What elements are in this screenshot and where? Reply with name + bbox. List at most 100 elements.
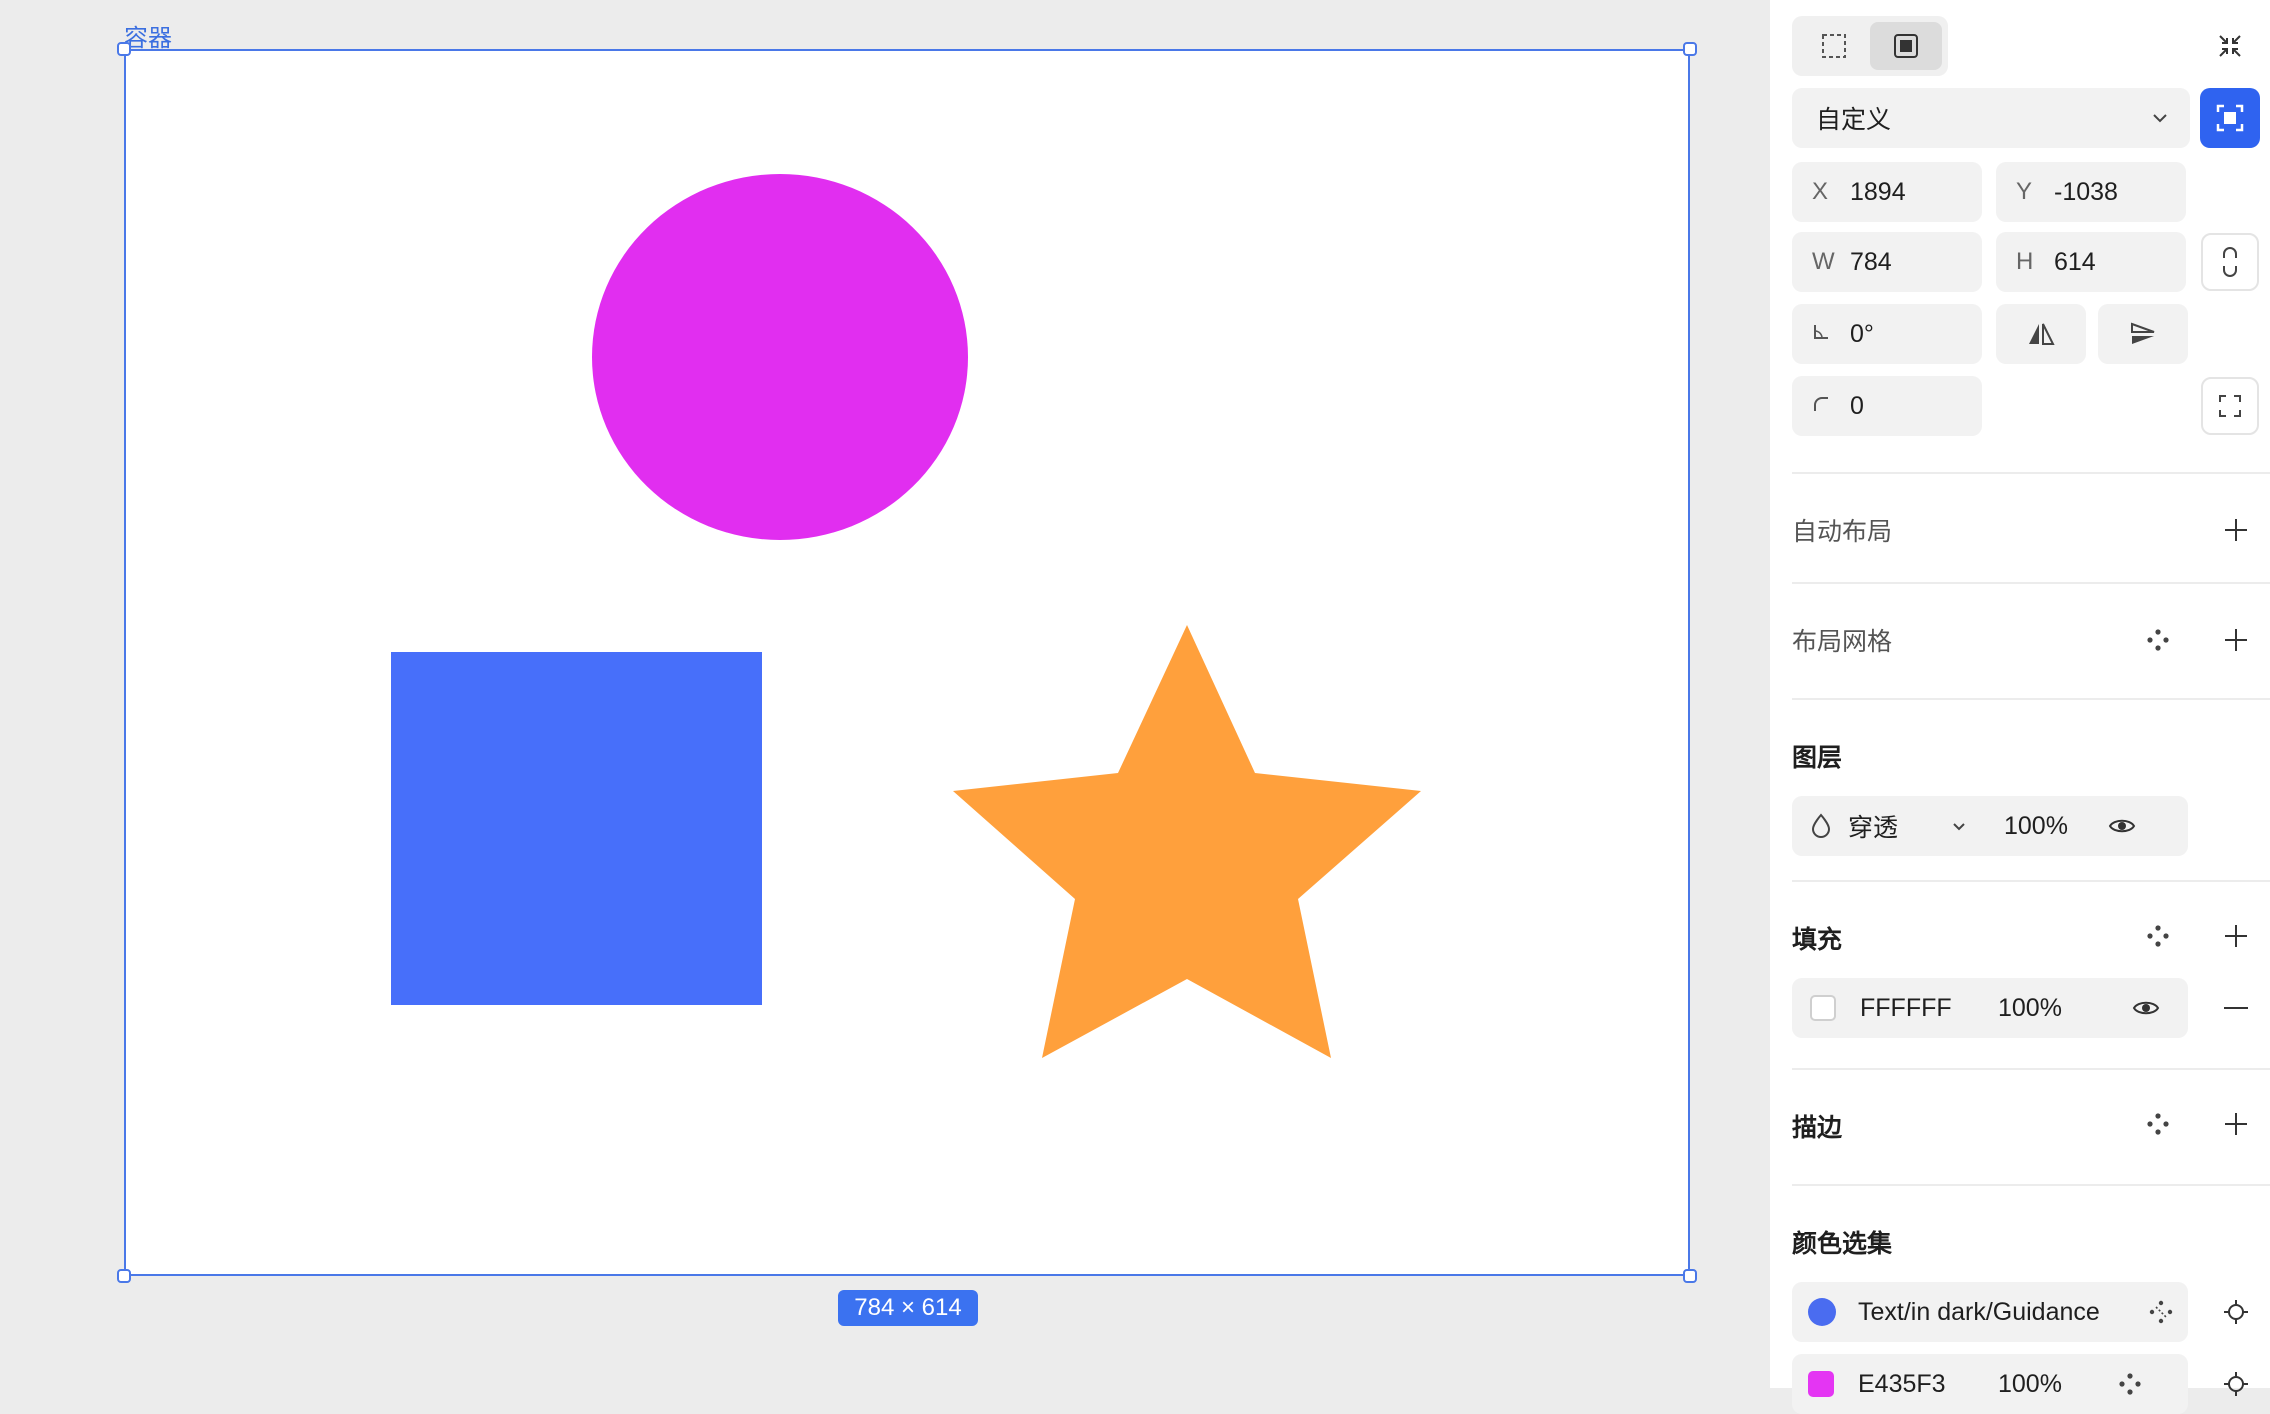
- properties-panel: 自定义 X 1894 Y -1038 W 784 H 614 0° 0 自动布局…: [1770, 0, 2270, 1414]
- frame-mode-toggle: [1792, 16, 1948, 76]
- fill-opacity[interactable]: 100%: [1998, 994, 2132, 1023]
- width-field[interactable]: W 784: [1792, 232, 1982, 292]
- link-icon: [2223, 247, 2237, 277]
- star-shape[interactable]: [953, 625, 1421, 1058]
- fill-swatch[interactable]: [1810, 995, 1836, 1021]
- blend-mode-select[interactable]: 穿透: [1848, 808, 1952, 844]
- circle-shape[interactable]: [592, 174, 968, 540]
- clip-off-button[interactable]: [1798, 22, 1870, 70]
- add-fill-button[interactable]: [2216, 916, 2256, 956]
- canvas[interactable]: 容器 784 × 614: [0, 0, 1770, 1388]
- corners-icon: [2219, 395, 2241, 417]
- resize-handle-top-right[interactable]: [1683, 42, 1697, 56]
- plus-icon: [2225, 1113, 2247, 1135]
- layer-opacity[interactable]: 100%: [2004, 812, 2100, 841]
- flip-horizontal-button[interactable]: [1996, 304, 2086, 364]
- detach-style-icon[interactable]: [2148, 1299, 2174, 1325]
- w-label: W: [1812, 248, 1835, 275]
- angle-icon: [1814, 325, 1828, 339]
- color-swatch-circle[interactable]: [1808, 1298, 1836, 1326]
- rotation-field[interactable]: 0°: [1792, 304, 1982, 364]
- chevron-down-icon: [2153, 114, 2167, 123]
- color-style-name[interactable]: Text/in dark/Guidance: [1858, 1298, 2148, 1327]
- independent-corners-button[interactable]: [2201, 377, 2259, 435]
- resize-handle-bottom-right[interactable]: [1683, 1269, 1697, 1283]
- clip-on-button[interactable]: [1870, 22, 1942, 70]
- color-selection-row: Text/in dark/Guidance: [1792, 1282, 2188, 1342]
- layout-grid-title: 布局网格: [1792, 628, 1893, 656]
- add-stroke-button[interactable]: [2216, 1104, 2256, 1144]
- layer-row: 穿透 100%: [1792, 796, 2188, 856]
- flip-horizontal-icon: [2029, 323, 2055, 345]
- constrain-proportions-button[interactable]: [2201, 233, 2259, 291]
- size-badge: 784 × 614: [838, 1290, 978, 1326]
- rotation-value: 0°: [1850, 319, 1874, 348]
- target-icon: [2224, 1372, 2248, 1396]
- divider: [1792, 1068, 2270, 1070]
- divider: [1792, 880, 2270, 882]
- plus-icon: [2225, 519, 2247, 541]
- plus-icon: [2225, 925, 2247, 947]
- divider: [1792, 1184, 2270, 1186]
- frame-fit-icon: [2216, 104, 2244, 132]
- x-value: 1894: [1850, 177, 1906, 206]
- corner-radius-field[interactable]: 0: [1792, 376, 1982, 436]
- square-shape[interactable]: [391, 652, 762, 1005]
- preset-select[interactable]: 自定义: [1792, 88, 2190, 148]
- remove-fill-button[interactable]: [2216, 988, 2256, 1028]
- minus-icon: [2224, 1007, 2248, 1009]
- target-icon: [2224, 1300, 2248, 1324]
- y-field[interactable]: Y -1038: [1996, 162, 2186, 222]
- y-value: -1038: [2054, 177, 2118, 206]
- corner-radius-icon: [1814, 397, 1828, 411]
- shapes-layer: [391, 174, 1421, 1058]
- fill-hex[interactable]: FFFFFF: [1860, 994, 1998, 1023]
- styles-dots-icon: [2147, 629, 2169, 651]
- divider: [1792, 698, 2270, 700]
- x-label: X: [1812, 178, 1829, 205]
- drop-icon: [1811, 813, 1831, 838]
- fill-styles-button[interactable]: [2138, 916, 2178, 956]
- flip-vertical-button[interactable]: [2098, 304, 2188, 364]
- app-root: 容器 784 × 614 自定义 X 1894 Y -1038 W 784 H …: [0, 0, 2270, 1414]
- add-auto-layout-button[interactable]: [2216, 510, 2256, 550]
- fill-title: 填充: [1792, 926, 1843, 954]
- flip-vertical-icon: [2131, 322, 2155, 344]
- corner-radius-value: 0: [1850, 391, 1864, 420]
- height-field[interactable]: H 614: [1996, 232, 2186, 292]
- color-hex[interactable]: E435F3: [1858, 1370, 1998, 1399]
- color-selection-title: 颜色选集: [1792, 1230, 1893, 1258]
- select-color-button[interactable]: [2216, 1364, 2256, 1404]
- add-layout-grid-button[interactable]: [2216, 620, 2256, 660]
- color-selection-row: E435F3 100%: [1792, 1354, 2188, 1414]
- select-color-button[interactable]: [2216, 1292, 2256, 1332]
- color-swatch-square[interactable]: [1808, 1371, 1834, 1397]
- preset-value: 自定义: [1816, 106, 1892, 134]
- eye-icon[interactable]: [2132, 998, 2160, 1018]
- color-opacity[interactable]: 100%: [1998, 1370, 2118, 1399]
- x-field[interactable]: X 1894: [1792, 162, 1982, 222]
- w-value: 784: [1850, 247, 1892, 276]
- dashed-square-icon: [1822, 34, 1846, 58]
- stroke-title: 描边: [1792, 1114, 1843, 1142]
- divider: [1792, 472, 2270, 474]
- resize-handle-top-left[interactable]: [117, 42, 131, 56]
- filled-square-icon: [1894, 34, 1918, 58]
- collapse-button[interactable]: [2210, 26, 2250, 66]
- fit-frame-button[interactable]: [2200, 88, 2260, 148]
- rotation-icon-wrap: [1812, 320, 1850, 348]
- y-label: Y: [2016, 178, 2033, 205]
- fill-row: FFFFFF 100%: [1792, 978, 2188, 1038]
- chevron-down-icon[interactable]: [1952, 822, 1966, 831]
- styles-dots-icon[interactable]: [2118, 1372, 2142, 1396]
- radius-icon-wrap: [1812, 392, 1850, 420]
- resize-handle-bottom-left[interactable]: [117, 1269, 131, 1283]
- divider: [1792, 582, 2270, 584]
- collapse-arrows-icon: [2219, 35, 2241, 57]
- stroke-styles-button[interactable]: [2138, 1104, 2178, 1144]
- auto-layout-title: 自动布局: [1792, 518, 1893, 546]
- styles-dots-icon: [2147, 1113, 2169, 1135]
- styles-dots-icon: [2147, 925, 2169, 947]
- eye-icon[interactable]: [2108, 816, 2136, 836]
- grid-styles-button[interactable]: [2138, 620, 2178, 660]
